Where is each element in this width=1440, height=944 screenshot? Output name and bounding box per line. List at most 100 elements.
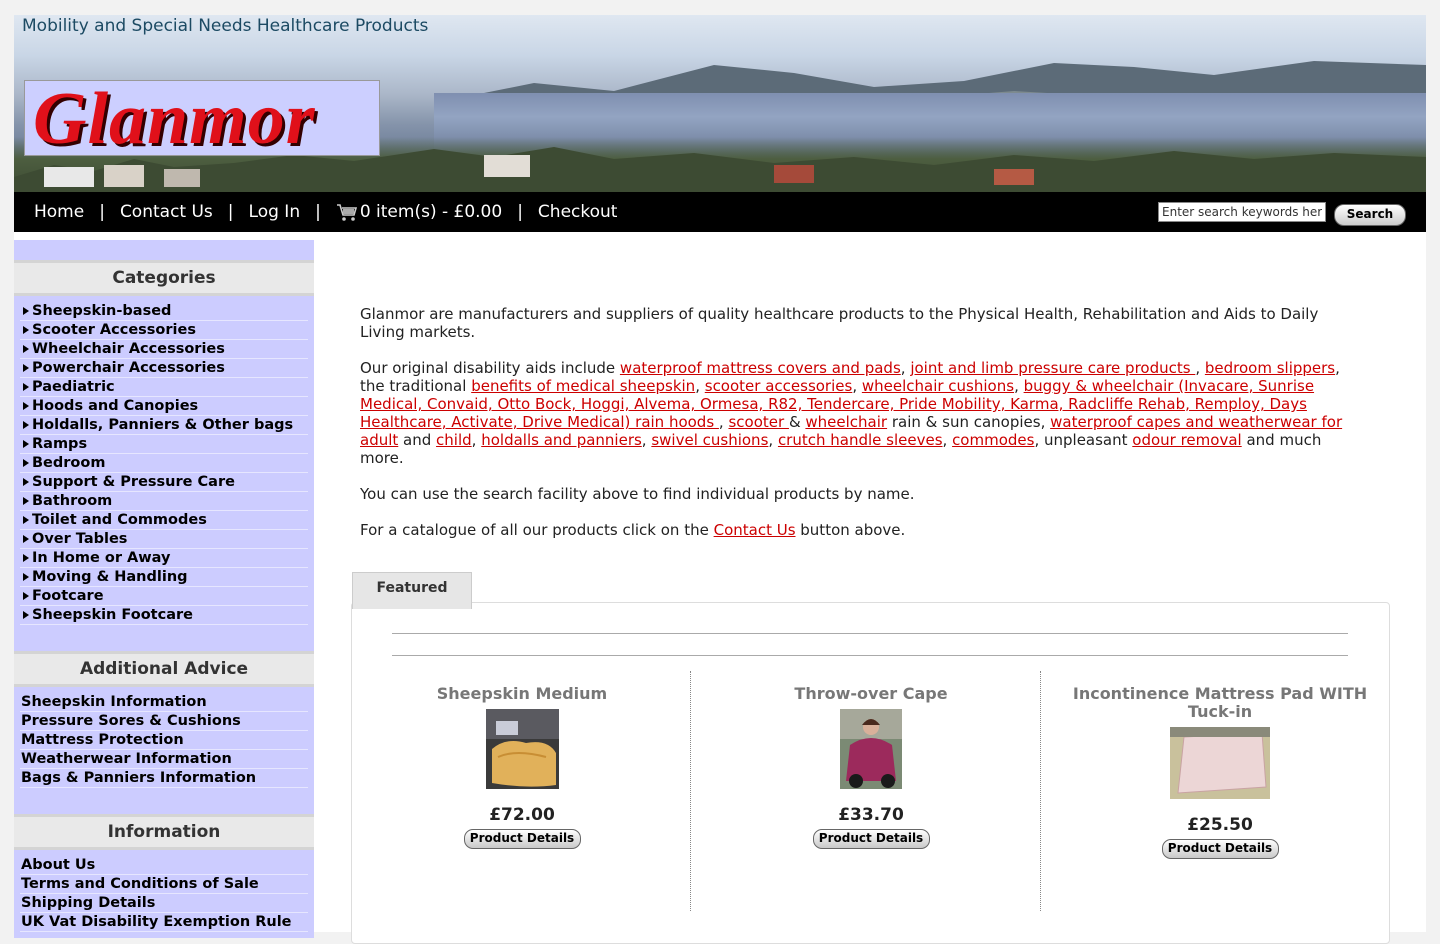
category-item[interactable]: Holdalls, Panniers & Other bags bbox=[20, 416, 308, 435]
arrow-right-icon bbox=[23, 383, 29, 391]
advice-item[interactable]: Mattress Protection bbox=[20, 731, 308, 750]
link-child[interactable]: child bbox=[436, 431, 472, 449]
link-wheelchair[interactable]: wheelchair bbox=[805, 413, 887, 431]
link-wheelchair-cushions[interactable]: wheelchair cushions bbox=[862, 377, 1014, 395]
category-item[interactable]: Bathroom bbox=[20, 492, 308, 511]
link-odour-removal[interactable]: odour removal bbox=[1132, 431, 1241, 449]
site-logo[interactable]: Glanmor bbox=[24, 80, 380, 156]
advice-item[interactable]: Bags & Panniers Information bbox=[20, 769, 308, 788]
product-card: Throw-over Cape £33.70 Product Details bbox=[701, 671, 1041, 849]
category-item[interactable]: Footcare bbox=[20, 587, 308, 606]
category-item[interactable]: Ramps bbox=[20, 435, 308, 454]
nav-separator: | bbox=[517, 202, 523, 222]
search-input[interactable] bbox=[1158, 202, 1326, 222]
sidebar-spacer bbox=[14, 631, 314, 651]
category-item[interactable]: Sheepskin Footcare bbox=[20, 606, 308, 625]
category-item[interactable]: Over Tables bbox=[20, 530, 308, 549]
products-paragraph: Our original disability aids include wat… bbox=[360, 359, 1343, 467]
advice-list: Sheepskin Information Pressure Sores & C… bbox=[14, 687, 314, 794]
site-tagline: Mobility and Special Needs Healthcare Pr… bbox=[22, 16, 429, 36]
divider bbox=[392, 633, 1348, 634]
link-crutch-sleeves[interactable]: crutch handle sleeves bbox=[778, 431, 943, 449]
sidebar: Categories Sheepskin-based Scooter Acces… bbox=[14, 240, 314, 938]
nav-contact-us[interactable]: Contact Us bbox=[120, 202, 213, 222]
category-item[interactable]: Bedroom bbox=[20, 454, 308, 473]
product-price: £33.70 bbox=[838, 805, 904, 825]
info-item[interactable]: About Us bbox=[20, 856, 308, 875]
link-commodes[interactable]: commodes bbox=[952, 431, 1034, 449]
category-item[interactable]: Moving & Handling bbox=[20, 568, 308, 587]
nav-cart-summary[interactable]: 0 item(s) - £0.00 bbox=[360, 202, 502, 222]
info-item[interactable]: Terms and Conditions of Sale bbox=[20, 875, 308, 894]
link-bedroom-slippers[interactable]: bedroom slippers bbox=[1205, 359, 1335, 377]
product-image-sheepskin[interactable] bbox=[485, 709, 559, 789]
tab-featured[interactable]: Featured bbox=[352, 572, 472, 609]
category-item[interactable]: Paediatric bbox=[20, 378, 308, 397]
product-image-cape[interactable] bbox=[840, 709, 902, 789]
arrow-right-icon bbox=[23, 459, 29, 467]
shopping-cart-icon[interactable] bbox=[336, 202, 358, 222]
featured-panel: Sheepskin Medium £72.00 Product Details … bbox=[351, 602, 1390, 944]
categories-list: Sheepskin-based Scooter Accessories Whee… bbox=[14, 296, 314, 631]
link-mattress-covers[interactable]: waterproof mattress covers and pads bbox=[620, 359, 901, 377]
link-swivel-cushions[interactable]: swivel cushions bbox=[651, 431, 768, 449]
main-area: Categories Sheepskin-based Scooter Acces… bbox=[14, 232, 1426, 944]
main-content: Glanmor are manufacturers and suppliers … bbox=[360, 305, 1360, 557]
product-name[interactable]: Throw-over Cape bbox=[701, 685, 1041, 703]
arrow-right-icon bbox=[23, 497, 29, 505]
category-item[interactable]: Hoods and Canopies bbox=[20, 397, 308, 416]
advice-item[interactable]: Sheepskin Information bbox=[20, 693, 308, 712]
arrow-right-icon bbox=[23, 516, 29, 524]
link-holdalls[interactable]: holdalls and panniers bbox=[481, 431, 642, 449]
info-item[interactable]: Shipping Details bbox=[20, 894, 308, 913]
category-item[interactable]: Sheepskin-based bbox=[20, 302, 308, 321]
nav-separator: | bbox=[99, 202, 105, 222]
advice-item[interactable]: Weatherwear Information bbox=[20, 750, 308, 769]
arrow-right-icon bbox=[23, 345, 29, 353]
product-details-button[interactable]: Product Details bbox=[1161, 839, 1279, 859]
category-item[interactable]: Toilet and Commodes bbox=[20, 511, 308, 530]
link-joint-limb[interactable]: joint and limb pressure care products bbox=[910, 359, 1195, 377]
info-item[interactable]: UK Vat Disability Exemption Rule bbox=[20, 913, 308, 932]
arrow-right-icon bbox=[23, 592, 29, 600]
category-item[interactable]: Scooter Accessories bbox=[20, 321, 308, 340]
product-price: £25.50 bbox=[1187, 815, 1253, 835]
nav-home[interactable]: Home bbox=[34, 202, 84, 222]
nav-separator: | bbox=[227, 202, 234, 222]
product-card: Sheepskin Medium £72.00 Product Details bbox=[352, 671, 692, 849]
product-details-button[interactable]: Product Details bbox=[463, 829, 581, 849]
information-heading: Information bbox=[14, 814, 314, 850]
product-name[interactable]: Incontinence Mattress Pad WITH Tuck-in bbox=[1050, 685, 1390, 721]
link-scooter[interactable]: scooter bbox=[728, 413, 788, 431]
product-name[interactable]: Sheepskin Medium bbox=[352, 685, 692, 703]
product-divider bbox=[1040, 671, 1041, 911]
arrow-right-icon bbox=[23, 554, 29, 562]
top-nav: Home | Contact Us | Log In | 0 item(s) -… bbox=[14, 192, 1426, 232]
intro-paragraph: Glanmor are manufacturers and suppliers … bbox=[360, 305, 1319, 341]
nav-log-in[interactable]: Log In bbox=[249, 202, 301, 222]
category-item[interactable]: Wheelchair Accessories bbox=[20, 340, 308, 359]
arrow-right-icon bbox=[23, 307, 29, 315]
arrow-right-icon bbox=[23, 421, 29, 429]
link-medical-sheepskin[interactable]: benefits of medical sheepskin bbox=[471, 377, 695, 395]
category-item[interactable]: Support & Pressure Care bbox=[20, 473, 308, 492]
link-contact-us[interactable]: Contact Us bbox=[714, 521, 796, 539]
arrow-right-icon bbox=[23, 611, 29, 619]
search-button[interactable]: Search bbox=[1334, 204, 1406, 226]
nav-separator: | bbox=[315, 202, 321, 222]
catalogue-paragraph: For a catalogue of all our products clic… bbox=[360, 521, 906, 539]
divider bbox=[392, 655, 1348, 656]
arrow-right-icon bbox=[23, 326, 29, 334]
category-item[interactable]: Powerchair Accessories bbox=[20, 359, 308, 378]
product-details-button[interactable]: Product Details bbox=[812, 829, 930, 849]
link-scooter-accessories[interactable]: scooter accessories bbox=[705, 377, 853, 395]
arrow-right-icon bbox=[23, 440, 29, 448]
product-image-mattress-pad[interactable] bbox=[1170, 727, 1270, 799]
category-item[interactable]: In Home or Away bbox=[20, 549, 308, 568]
advice-item[interactable]: Pressure Sores & Cushions bbox=[20, 712, 308, 731]
product-card: Incontinence Mattress Pad WITH Tuck-in £… bbox=[1050, 671, 1390, 859]
nav-checkout[interactable]: Checkout bbox=[538, 202, 618, 222]
sidebar-spacer bbox=[14, 240, 314, 260]
arrow-right-icon bbox=[23, 478, 29, 486]
information-list: About Us Terms and Conditions of Sale Sh… bbox=[14, 850, 314, 938]
